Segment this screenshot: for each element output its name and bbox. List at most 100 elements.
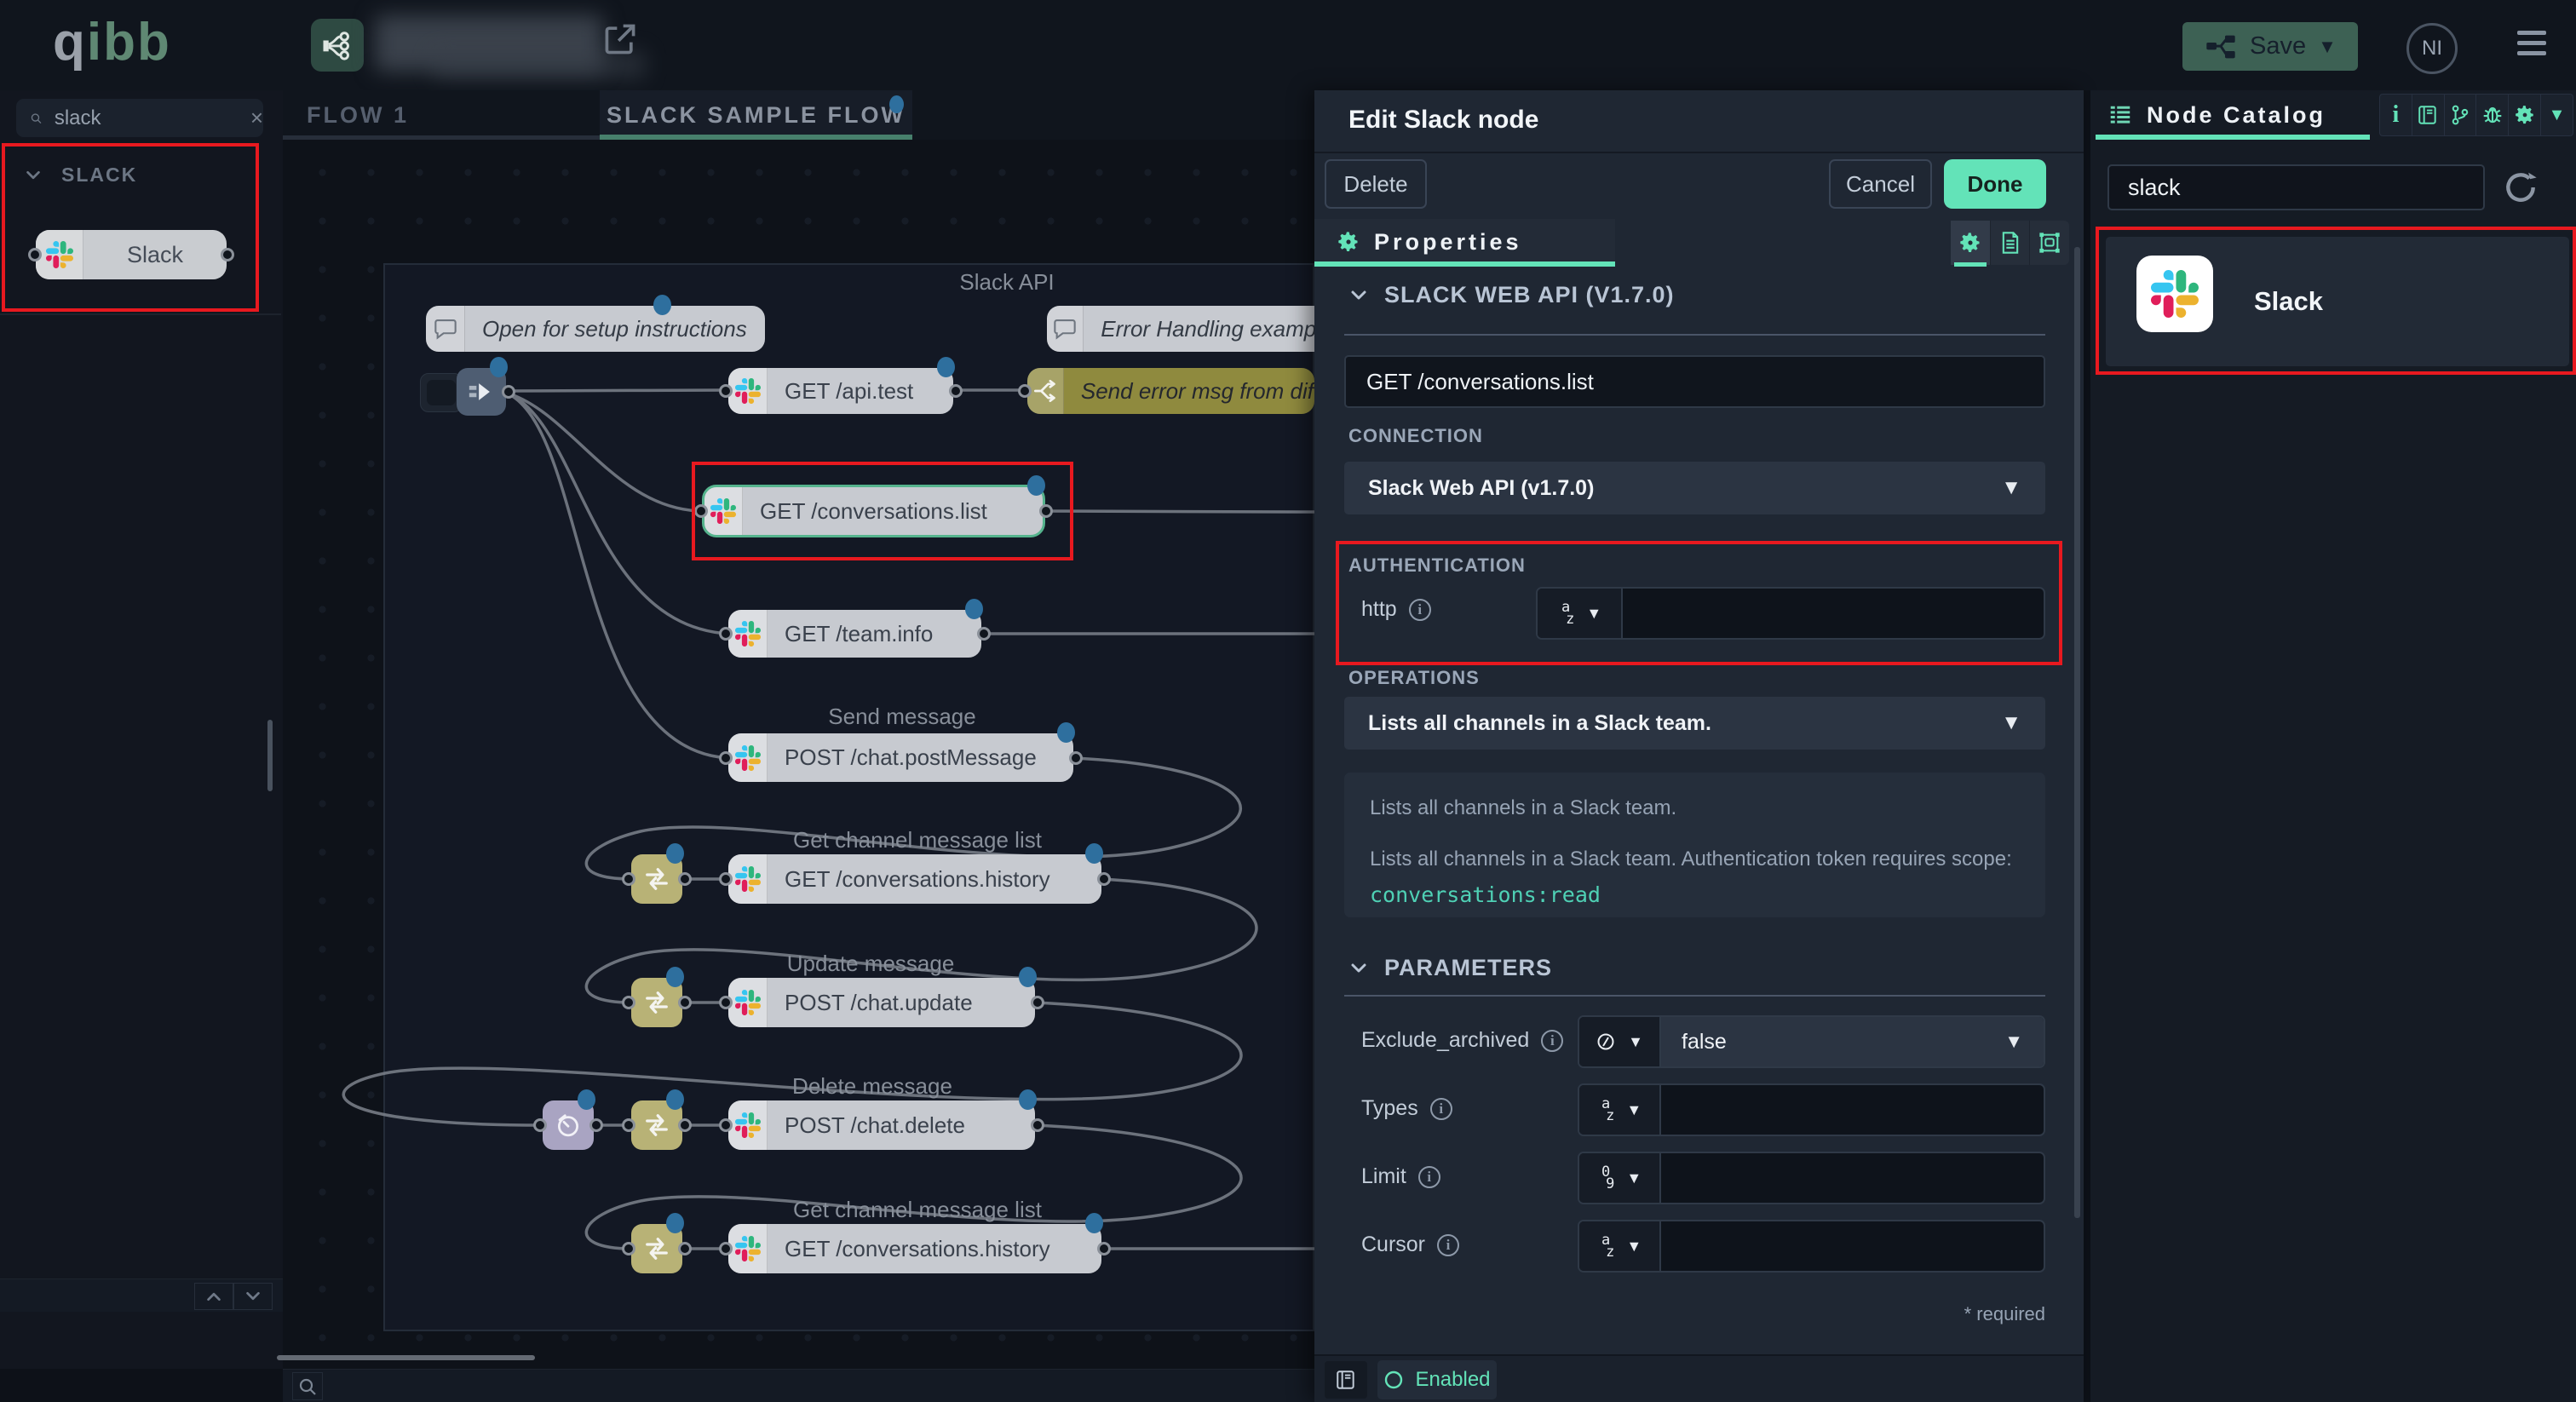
section-slack-web-api[interactable]: SLACK WEB API (V1.7.0) [1348,282,1675,308]
palette-search-input[interactable] [55,106,216,130]
section-parameters[interactable]: PARAMETERS [1348,955,1552,981]
node-output-port[interactable] [589,1118,603,1132]
cancel-button[interactable]: Cancel [1829,159,1932,209]
branch-icon[interactable] [2445,95,2477,135]
comment-node-setup[interactable]: Open for setup instructions [426,306,765,352]
hamburger-menu-icon[interactable] [2517,31,2546,61]
catalog-search-input[interactable] [2109,175,2483,201]
node-name-input[interactable] [1344,355,2045,408]
node-input-port[interactable] [694,504,708,518]
node-input-port[interactable] [719,1118,733,1132]
book-icon[interactable] [2412,95,2445,135]
info-icon[interactable]: i [1430,1098,1452,1120]
done-button[interactable]: Done [1944,159,2046,209]
node-output-port[interactable] [678,872,692,886]
enabled-toggle[interactable]: Enabled [1377,1360,1497,1399]
node-output-port[interactable] [1031,1118,1044,1132]
save-caret-down-icon[interactable]: ▼ [2318,36,2337,58]
catalog-result-slack[interactable]: Slack [2106,237,2569,366]
node-input-port[interactable] [622,996,635,1009]
type-select-number[interactable]: 0 9▼ [1579,1153,1661,1203]
node-output-port[interactable] [678,1118,692,1132]
canvas-search-button[interactable] [292,1372,323,1400]
param-cursor-input[interactable] [1661,1221,2044,1271]
node-output-port[interactable] [678,1242,692,1255]
appearance-box-select-icon[interactable] [2030,221,2069,265]
node-output-port[interactable] [678,996,692,1009]
info-icon[interactable]: i [1437,1234,1459,1256]
param-exclude-archived-value[interactable]: false ▼ [1661,1017,2044,1066]
node-send-error-switch[interactable]: Send error msg from dif [1027,368,1314,414]
description-document-icon[interactable] [1991,221,2031,265]
node-output-port[interactable] [1031,996,1044,1009]
node-api-test[interactable]: GET /api.test [728,368,953,414]
operation-select[interactable]: Lists all channels in a Slack team. ▼ [1344,697,2045,750]
type-select-bool[interactable]: ▼ [1579,1017,1661,1066]
node-conversations-history-2[interactable]: GET /conversations.history [728,1224,1101,1273]
avatar[interactable]: NI [2406,23,2458,74]
delete-button[interactable]: Delete [1325,159,1427,209]
node-change-3[interactable] [631,1100,682,1150]
refresh-icon[interactable] [2502,169,2539,206]
type-select-string[interactable]: a z▼ [1579,1085,1661,1135]
gear-icon[interactable] [2509,95,2541,135]
node-input-port[interactable] [719,627,733,641]
canvas-horizontal-scrollbar[interactable] [277,1355,535,1360]
docs-book-icon[interactable] [1325,1361,1367,1399]
type-select-string[interactable]: a z▼ [1538,589,1623,638]
sidebar-scrollbar[interactable] [267,720,273,791]
node-output-port[interactable] [1097,1242,1111,1255]
node-conversations-list[interactable]: GET /conversations.list [704,486,1044,536]
type-select-string[interactable]: a z▼ [1579,1221,1661,1271]
properties-gear-icon[interactable] [1951,221,1991,265]
param-limit-input[interactable] [1661,1153,2044,1203]
collapse-all-button[interactable] [194,1283,233,1310]
node-input-port[interactable] [719,384,733,398]
info-icon[interactable]: i [1418,1166,1440,1188]
info-icon[interactable]: i [1541,1030,1563,1052]
caret-down-icon[interactable]: ▼ [2541,95,2573,135]
node-input-port[interactable] [533,1118,547,1132]
tab-slack-sample-flow[interactable]: SLACK SAMPLE FLOW [600,90,912,140]
clear-search-icon[interactable]: × [250,105,263,131]
info-icon[interactable]: i [1409,599,1431,621]
node-change-2[interactable] [631,978,682,1027]
node-conversations-history-1[interactable]: GET /conversations.history [728,854,1101,904]
info-icon[interactable]: i [2380,95,2412,135]
tab-node-catalog[interactable]: Node Catalog [2096,90,2370,140]
node-output-port[interactable] [221,248,234,261]
node-output-port[interactable] [1069,751,1083,765]
connection-select[interactable]: Slack Web API (v1.7.0) ▼ [1344,462,2045,514]
palette-section-slack[interactable]: SLACK [24,164,137,187]
node-output-port[interactable] [1097,872,1111,886]
node-input-port[interactable] [1018,384,1032,398]
flow-canvas[interactable]: Slack API Open for setup instructions Er… [283,140,1314,1369]
tab-properties[interactable]: Properties [1314,219,1615,265]
node-output-port[interactable] [977,627,991,641]
node-output-port[interactable] [502,385,515,399]
palette-node-slack[interactable]: Slack [36,230,227,279]
comment-node-error-handling[interactable]: Error Handling example [1047,306,1337,352]
expand-all-button[interactable] [233,1283,273,1310]
node-output-port[interactable] [949,384,963,398]
param-types-input[interactable] [1661,1085,2044,1135]
node-output-port[interactable] [1039,504,1053,518]
node-input-port[interactable] [622,1242,635,1255]
node-change-4[interactable] [631,1224,682,1273]
node-input-port[interactable] [622,872,635,886]
node-input-port[interactable] [719,751,733,765]
panel-scrollbar[interactable] [2074,247,2080,1218]
palette-search[interactable]: × [16,99,263,137]
node-delay[interactable] [543,1100,594,1150]
node-chat-delete[interactable]: POST /chat.delete [728,1100,1035,1150]
save-button[interactable]: Save ▼ [2182,22,2358,71]
node-input-port[interactable] [719,996,733,1009]
node-team-info[interactable]: GET /team.info [728,610,981,658]
node-input-port[interactable] [719,1242,733,1255]
node-input-port[interactable] [28,248,42,261]
auth-http-input[interactable] [1623,589,2044,638]
tab-flow-1[interactable]: FLOW 1 [283,90,600,140]
node-change-1[interactable] [631,854,682,904]
node-input-port[interactable] [719,872,733,886]
node-chat-postmessage[interactable]: POST /chat.postMessage [728,733,1073,782]
